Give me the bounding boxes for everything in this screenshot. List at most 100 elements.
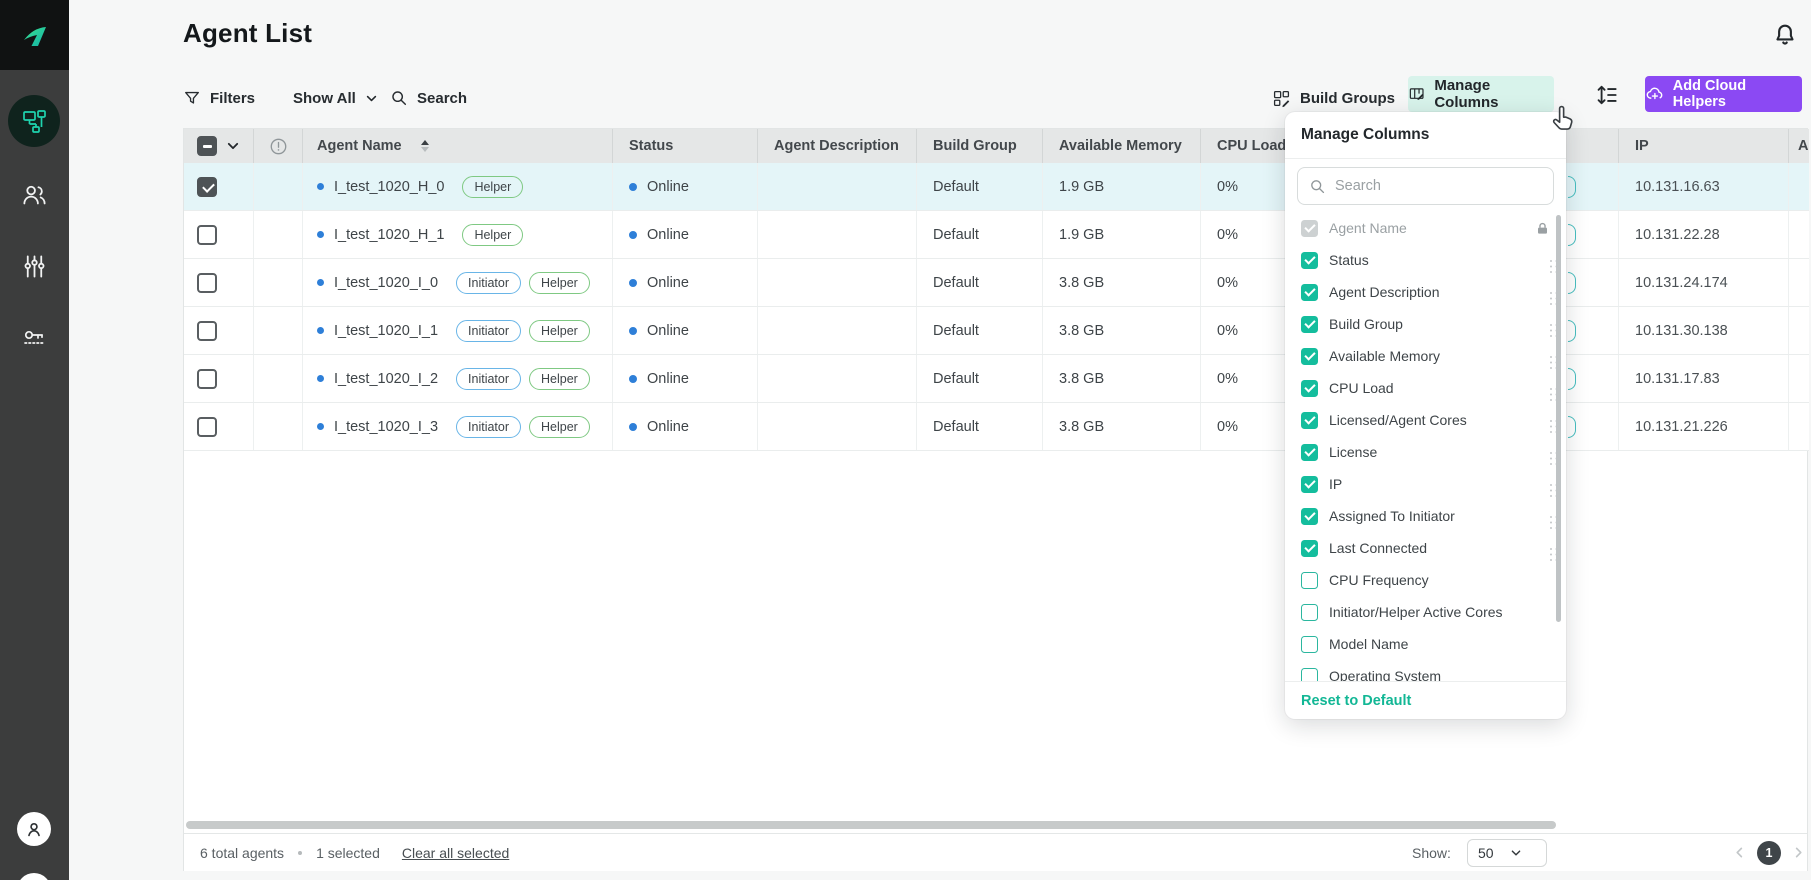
- build-groups-button[interactable]: Build Groups: [1272, 80, 1395, 116]
- column-label: Available Memory: [1329, 348, 1440, 364]
- column-toggle-item[interactable]: Status: [1285, 244, 1566, 276]
- agent-description-column-header[interactable]: Agent Description: [758, 129, 917, 163]
- row-select-cell: [184, 211, 254, 258]
- row-description-cell: [758, 163, 917, 210]
- help-icon[interactable]: [17, 873, 51, 880]
- page-size-select[interactable]: 50: [1467, 839, 1547, 867]
- divider: [1285, 681, 1566, 682]
- column-checkbox[interactable]: [1301, 572, 1318, 589]
- row-memory-cell: 1.9 GB: [1043, 163, 1201, 210]
- add-cloud-helpers-button[interactable]: Add Cloud Helpers: [1645, 76, 1802, 112]
- sidebar-item-users[interactable]: [0, 164, 69, 224]
- row-name-cell[interactable]: I_test_1020_H_1 Helper: [303, 211, 613, 258]
- column-toggle-item[interactable]: CPU Frequency: [1285, 564, 1566, 596]
- column-checkbox[interactable]: [1301, 508, 1318, 525]
- column-toggle-item[interactable]: Assigned To Initiator: [1285, 500, 1566, 532]
- page-next-icon[interactable]: [1791, 845, 1806, 860]
- manage-columns-icon: [1408, 85, 1425, 103]
- app-logo[interactable]: [0, 0, 69, 70]
- status-column-header[interactable]: Status: [613, 129, 758, 163]
- filters-button[interactable]: Filters: [183, 80, 255, 116]
- row-checkbox[interactable]: [197, 321, 217, 341]
- column-toggle-item[interactable]: Operating System: [1285, 660, 1566, 681]
- row-name-cell[interactable]: I_test_1020_I_3 InitiatorHelper: [303, 403, 613, 450]
- panel-search-input[interactable]: [1335, 178, 1515, 194]
- clear-all-selected-link[interactable]: Clear all selected: [402, 845, 509, 861]
- column-checkbox[interactable]: [1301, 348, 1318, 365]
- column-checkbox[interactable]: [1301, 284, 1318, 301]
- selected-count-label: 1 selected: [316, 845, 380, 861]
- column-toggle-item[interactable]: Build Group: [1285, 308, 1566, 340]
- assigned-column-header-partial[interactable]: A: [1789, 129, 1809, 163]
- agent-name: I_test_1020_H_1: [334, 227, 444, 243]
- row-height-button[interactable]: [1594, 82, 1620, 108]
- available-memory-column-header[interactable]: Available Memory: [1043, 129, 1201, 163]
- column-toggle-item[interactable]: Agent Name: [1285, 212, 1566, 244]
- build-group-column-header[interactable]: Build Group: [917, 129, 1043, 163]
- row-assigned-cell-partial: [1789, 259, 1809, 306]
- search-button[interactable]: Search: [390, 80, 467, 116]
- column-toggle-item[interactable]: Licensed/Agent Cores: [1285, 404, 1566, 436]
- row-checkbox[interactable]: [197, 369, 217, 389]
- row-name-cell[interactable]: I_test_1020_H_0 Helper: [303, 163, 613, 210]
- search-icon: [390, 89, 408, 107]
- row-name-cell[interactable]: I_test_1020_I_0 InitiatorHelper: [303, 259, 613, 306]
- column-checkbox[interactable]: [1301, 636, 1318, 653]
- column-toggle-item[interactable]: IP: [1285, 468, 1566, 500]
- agent-name-column-header[interactable]: Agent Name: [303, 129, 613, 163]
- status-label: Online: [647, 275, 689, 291]
- column-checkbox[interactable]: [1301, 412, 1318, 429]
- manage-columns-button[interactable]: Manage Columns: [1408, 76, 1554, 112]
- column-checkbox[interactable]: [1301, 444, 1318, 461]
- row-description-cell: [758, 259, 917, 306]
- column-toggle-item[interactable]: Available Memory: [1285, 340, 1566, 372]
- row-memory-cell: 3.8 GB: [1043, 403, 1201, 450]
- ip-column-header[interactable]: IP: [1619, 129, 1789, 163]
- column-checkbox[interactable]: [1301, 604, 1318, 621]
- separator-dot: [298, 851, 302, 855]
- panel-title: Manage Columns: [1301, 126, 1429, 144]
- current-page-button[interactable]: 1: [1757, 841, 1781, 865]
- row-checkbox[interactable]: [197, 177, 217, 197]
- show-all-dropdown[interactable]: Show All: [293, 80, 378, 116]
- row-checkbox[interactable]: [197, 225, 217, 245]
- reset-to-default-link[interactable]: Reset to Default: [1301, 693, 1411, 709]
- column-toggle-item[interactable]: Last Connected: [1285, 532, 1566, 564]
- column-checkbox[interactable]: [1301, 220, 1318, 237]
- column-label: Initiator/Helper Active Cores: [1329, 604, 1503, 620]
- agent-online-dot: [317, 231, 324, 238]
- notifications-button[interactable]: [1770, 20, 1800, 50]
- user-avatar[interactable]: [17, 812, 51, 846]
- row-name-cell[interactable]: I_test_1020_I_2 InitiatorHelper: [303, 355, 613, 402]
- column-toggle-item[interactable]: License: [1285, 436, 1566, 468]
- column-checkbox[interactable]: [1301, 668, 1318, 682]
- column-toggle-item[interactable]: Initiator/Helper Active Cores: [1285, 596, 1566, 628]
- column-checkbox[interactable]: [1301, 316, 1318, 333]
- panel-search-box[interactable]: [1297, 167, 1554, 205]
- row-name-cell[interactable]: I_test_1020_I_1 InitiatorHelper: [303, 307, 613, 354]
- column-checkbox[interactable]: [1301, 476, 1318, 493]
- panel-scrollbar[interactable]: [1556, 215, 1561, 622]
- divider: [1285, 158, 1566, 159]
- row-checkbox[interactable]: [197, 417, 217, 437]
- column-checkbox[interactable]: [1301, 252, 1318, 269]
- select-all-dropdown-chevron-icon[interactable]: [226, 139, 240, 153]
- column-toggle-item[interactable]: Agent Description: [1285, 276, 1566, 308]
- sidebar-item-license[interactable]: [0, 308, 69, 368]
- agent-name: I_test_1020_H_0: [334, 179, 444, 195]
- row-select-cell: [184, 403, 254, 450]
- row-checkbox[interactable]: [197, 273, 217, 293]
- column-toggle-item[interactable]: Model Name: [1285, 628, 1566, 660]
- column-toggle-item[interactable]: CPU Load: [1285, 372, 1566, 404]
- select-all-checkbox[interactable]: [197, 136, 217, 156]
- column-checkbox[interactable]: [1301, 540, 1318, 557]
- sidebar-item-agents-active[interactable]: [8, 95, 60, 147]
- page-previous-icon[interactable]: [1732, 845, 1747, 860]
- chevron-down-icon: [1510, 847, 1522, 859]
- tag-pill-helper: Helper: [529, 320, 590, 342]
- agent-online-dot: [317, 279, 324, 286]
- column-checkbox[interactable]: [1301, 380, 1318, 397]
- sidebar-item-settings[interactable]: [0, 236, 69, 296]
- alert-circle-icon: [269, 137, 288, 156]
- horizontal-scrollbar[interactable]: [186, 821, 1556, 829]
